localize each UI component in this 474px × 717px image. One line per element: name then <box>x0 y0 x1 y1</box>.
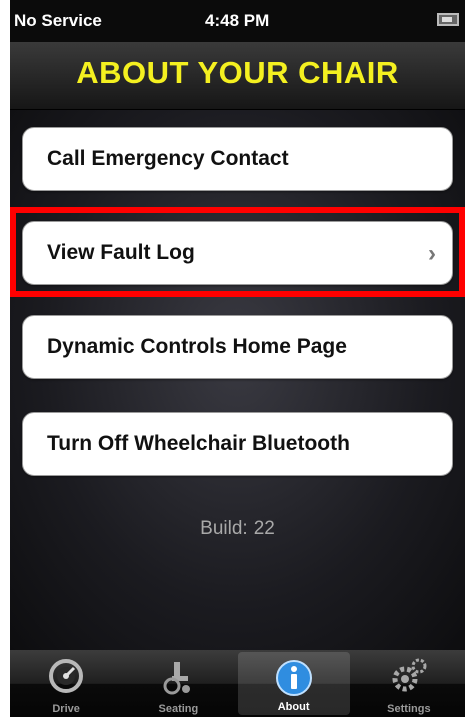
gears-icon <box>392 658 427 692</box>
view-fault-log-button[interactable]: View Fault Log › <box>22 221 453 285</box>
tab-settings-label: Settings <box>387 703 431 715</box>
carrier-label: No Service <box>14 11 102 30</box>
view-fault-log-label: View Fault Log <box>47 241 195 264</box>
info-icon <box>275 660 312 696</box>
tab-about-label: About <box>277 701 310 713</box>
home-page-label: Dynamic Controls Home Page <box>47 335 347 358</box>
call-emergency-contact-button[interactable]: Call Emergency Contact <box>22 127 453 191</box>
home-page-button[interactable]: Dynamic Controls Home Page <box>22 315 453 379</box>
wheelchair-icon <box>163 662 191 695</box>
speedometer-icon <box>49 659 84 693</box>
call-emergency-contact-label: Call Emergency Contact <box>47 147 289 170</box>
chevron-right-icon: › <box>428 240 436 267</box>
bluetooth-off-button[interactable]: Turn Off Wheelchair Bluetooth <box>22 412 453 476</box>
bluetooth-off-label: Turn Off Wheelchair Bluetooth <box>47 432 350 455</box>
tab-seating-label: Seating <box>158 703 199 715</box>
page-title: ABOUT YOUR CHAIR <box>76 55 399 90</box>
tab-drive-label: Drive <box>52 703 80 715</box>
tab-bar: Drive Seating About Settings <box>10 650 465 717</box>
tab-settings[interactable]: Settings <box>353 650 465 717</box>
tab-about[interactable]: About <box>237 652 350 715</box>
build-number: 22 <box>253 518 275 539</box>
build-label: Build: <box>200 518 248 539</box>
battery-icon <box>437 13 459 26</box>
title-bar: ABOUT YOUR CHAIR <box>10 42 465 110</box>
phone-screen: No Service 4:48 PM ABOUT YOUR CHAIR Call… <box>10 0 465 717</box>
status-bar: No Service 4:48 PM <box>10 0 465 42</box>
tab-seating[interactable]: Seating <box>122 650 234 717</box>
build-info: Build: 22 <box>10 518 465 540</box>
main-content: Call Emergency Contact View Fault Log › … <box>10 110 465 650</box>
tab-drive[interactable]: Drive <box>10 650 122 717</box>
clock: 4:48 PM <box>205 11 270 30</box>
